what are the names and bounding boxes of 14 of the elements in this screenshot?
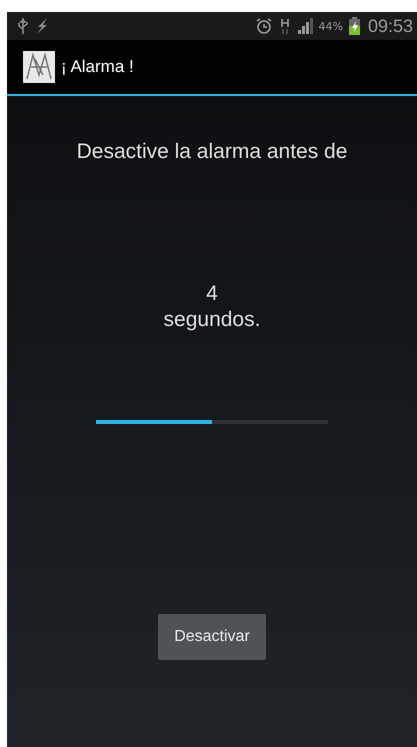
countdown-value: 4 <box>206 282 218 306</box>
app-icon <box>23 51 55 83</box>
signal-icon <box>296 18 312 34</box>
battery-charging-icon <box>348 17 360 35</box>
message-text: Desactive la alarma antes de <box>76 140 348 164</box>
app-title: ¡ Alarma ! <box>61 57 134 77</box>
usb-icon <box>17 17 29 35</box>
clock-time: 09:53 <box>368 16 413 36</box>
battery-percent: 44% <box>318 20 343 32</box>
alarm-clock-icon <box>254 17 272 35</box>
countdown-unit: segundos. <box>164 308 260 332</box>
deactivate-button[interactable]: Desactivar <box>158 614 266 660</box>
network-type-icon <box>278 17 290 35</box>
lightning-icon <box>35 17 49 35</box>
